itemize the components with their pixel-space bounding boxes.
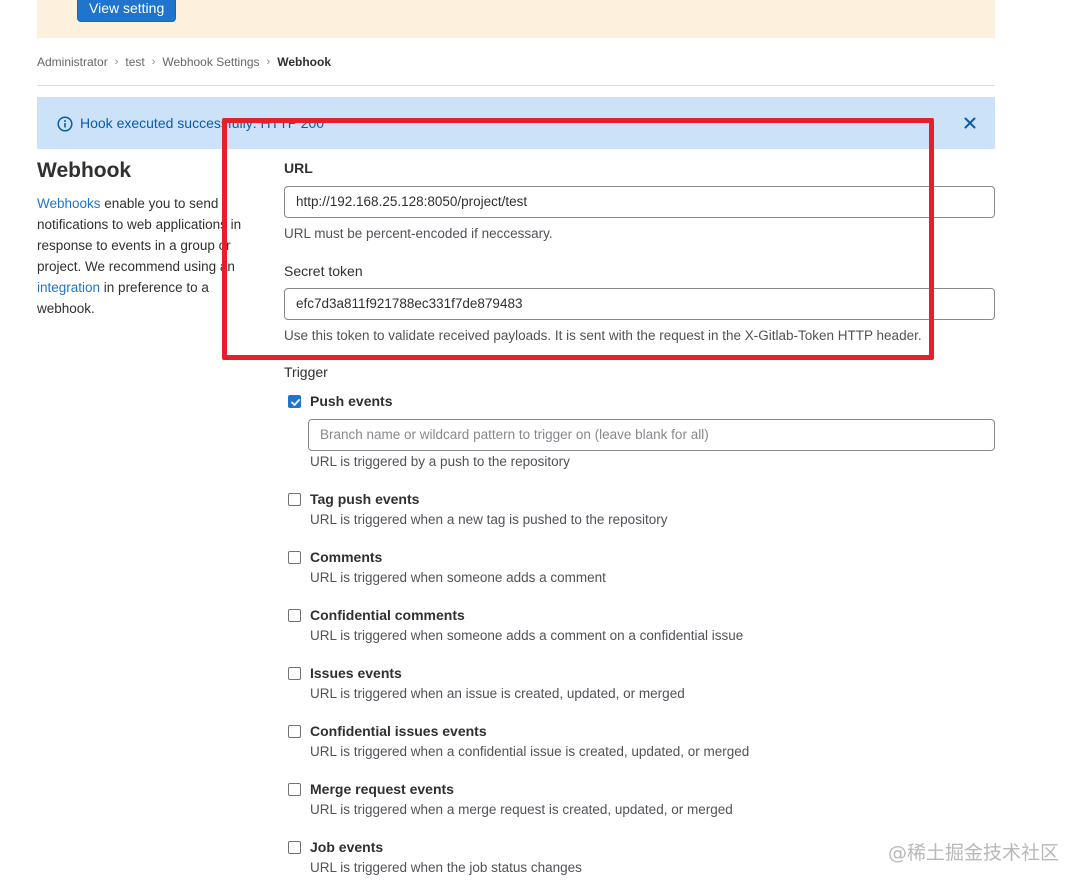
job-events-label[interactable]: Job events	[310, 839, 383, 855]
check-icon	[291, 399, 300, 406]
webhooks-docs-link[interactable]: Webhooks	[37, 196, 101, 211]
breadcrumb-webhook-settings[interactable]: Webhook Settings	[162, 55, 259, 69]
push-events-help: URL is triggered by a push to the reposi…	[310, 454, 570, 469]
comments-checkbox[interactable]	[288, 551, 301, 564]
confidential-issues-events-checkbox[interactable]	[288, 725, 301, 738]
url-help-text: URL must be percent-encoded if neccessar…	[284, 226, 553, 241]
integration-link[interactable]: integration	[37, 280, 100, 295]
breadcrumb-administrator[interactable]: Administrator	[37, 55, 108, 69]
branch-filter-input[interactable]: Branch name or wildcard pattern to trigg…	[308, 419, 995, 451]
secret-token-input[interactable]: efc7d3a811f921788ec331f7de879483	[284, 288, 995, 320]
issues-events-help: URL is triggered when an issue is create…	[310, 686, 685, 701]
alert-message: Hook executed successfully: HTTP 200	[80, 115, 325, 131]
chevron-right-icon: ›	[266, 56, 271, 68]
comments-label[interactable]: Comments	[310, 549, 382, 565]
merge-request-events-label[interactable]: Merge request events	[310, 781, 454, 797]
secret-token-help-text: Use this token to validate received payl…	[284, 328, 922, 343]
tag-push-events-help: URL is triggered when a new tag is pushe…	[310, 512, 668, 527]
tag-push-events-checkbox[interactable]	[288, 493, 301, 506]
watermark: @稀土掘金技术社区	[888, 842, 1060, 864]
url-label: URL	[284, 160, 313, 176]
url-input[interactable]: http://192.168.25.128:8050/project/test	[284, 186, 995, 218]
job-events-checkbox[interactable]	[288, 841, 301, 854]
comments-help: URL is triggered when someone adds a com…	[310, 570, 606, 585]
merge-request-events-checkbox[interactable]	[288, 783, 301, 796]
confidential-issues-events-help: URL is triggered when a confidential iss…	[310, 744, 750, 759]
breadcrumb-current: Webhook	[277, 55, 331, 69]
confidential-comments-label[interactable]: Confidential comments	[310, 607, 465, 623]
success-alert: Hook executed successfully: HTTP 200	[37, 97, 995, 149]
view-setting-button[interactable]: View setting	[77, 0, 177, 22]
confidential-comments-help: URL is triggered when someone adds a com…	[310, 628, 744, 643]
page-title: Webhook	[37, 159, 132, 182]
trigger-label: Trigger	[284, 364, 328, 380]
breadcrumb-divider	[37, 85, 995, 86]
close-icon[interactable]	[962, 115, 978, 131]
chevron-right-icon: ›	[151, 56, 156, 68]
secret-token-label: Secret token	[284, 263, 363, 279]
issues-events-label[interactable]: Issues events	[310, 665, 402, 681]
push-events-checkbox[interactable]	[288, 395, 301, 408]
breadcrumb: Administrator › test › Webhook Settings …	[37, 55, 331, 69]
push-events-label[interactable]: Push events	[310, 393, 392, 409]
tag-push-events-label[interactable]: Tag push events	[310, 491, 419, 507]
webhook-description: Webhooks enable you to send notification…	[37, 193, 255, 319]
issues-events-checkbox[interactable]	[288, 667, 301, 680]
merge-request-events-help: URL is triggered when a merge request is…	[310, 802, 733, 817]
settings-banner: View setting	[37, 0, 995, 38]
confidential-issues-events-label[interactable]: Confidential issues events	[310, 723, 487, 739]
info-icon	[57, 116, 73, 132]
chevron-right-icon: ›	[114, 56, 119, 68]
breadcrumb-project[interactable]: test	[125, 55, 144, 69]
confidential-comments-checkbox[interactable]	[288, 609, 301, 622]
job-events-help: URL is triggered when the job status cha…	[310, 860, 582, 875]
